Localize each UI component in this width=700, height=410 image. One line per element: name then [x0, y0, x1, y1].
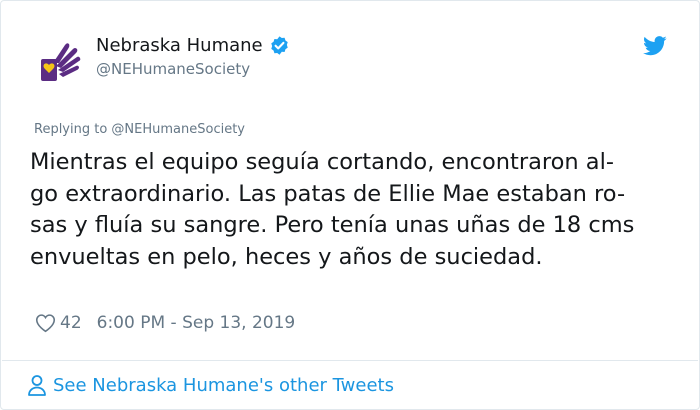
timestamp[interactable]: 6:00 PM - Sep 13, 2019 [97, 313, 296, 333]
author-name-row[interactable]: Nebraska Humane [96, 35, 290, 56]
see-other-tweets-link[interactable]: See Nebraska Humane's other Tweets [27, 374, 394, 396]
divider [2, 360, 698, 361]
person-icon [28, 375, 46, 396]
tweet-line: go extraordinario. Las patas de Ellie Ma… [30, 180, 626, 207]
tweet-text: Mientras el equipo seguía cortando, enco… [30, 147, 690, 273]
tweet-line: envueltas en pelo, heces y años de sucie… [30, 243, 543, 270]
tweet-meta: 42 6:00 PM - Sep 13, 2019 [35, 313, 295, 333]
author-handle[interactable]: @NEHumaneSociety [96, 60, 250, 78]
like-count[interactable]: 42 [60, 313, 82, 333]
heart-icon[interactable] [35, 313, 56, 333]
tweet-line: sas y fluía su sangre. Pero tenía unas u… [30, 212, 635, 238]
avatar[interactable] [39, 39, 83, 83]
verified-badge-icon [270, 36, 288, 55]
see-other-tweets-label[interactable]: See Nebraska Humane's other Tweets [53, 375, 394, 396]
twitter-bird-icon[interactable] [643, 36, 667, 56]
replying-to-label[interactable]: Replying to @NEHumaneSociety [34, 122, 245, 137]
tweet-card: Nebraska Humane @NEHumaneSociety Replyin… [0, 0, 700, 410]
tweet-line: Mientras el equipo seguía cortando, enco… [30, 149, 614, 175]
author-name[interactable]: Nebraska Humane [96, 35, 263, 56]
